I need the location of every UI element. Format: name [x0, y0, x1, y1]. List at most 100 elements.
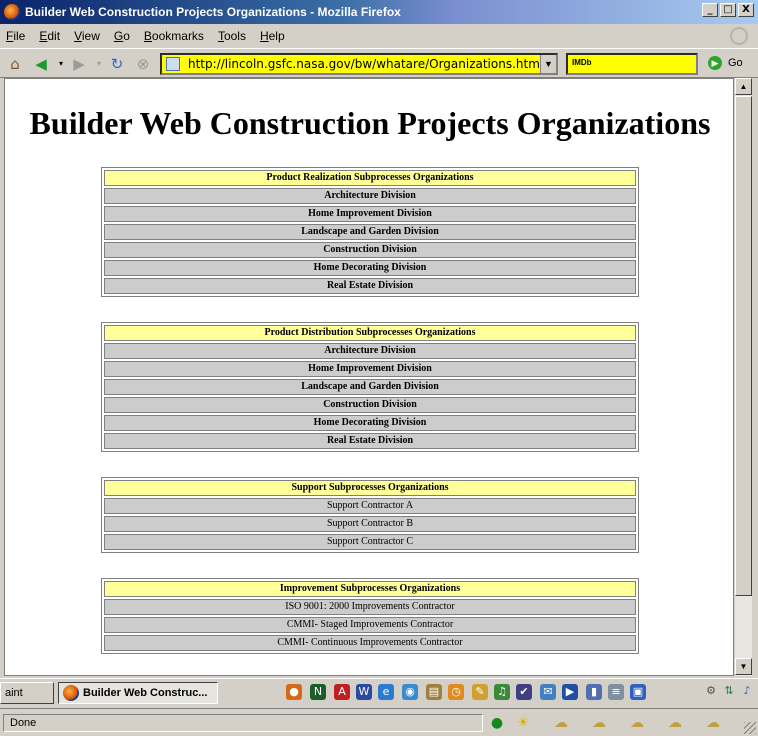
scroll-up-button[interactable]: ▲	[735, 78, 752, 95]
music-icon[interactable]: ♫	[494, 684, 510, 700]
scroll-down-button[interactable]: ▼	[735, 658, 752, 675]
navigation-toolbar: ⌂ ◀ ▾ ▶ ▾ ↻ ⊗ http://lincoln.gsfc.nasa.g…	[0, 48, 758, 78]
throbber-icon	[730, 27, 748, 45]
notepad-icon[interactable]: ≡	[608, 684, 624, 700]
url-dropdown-icon[interactable]: ▼	[540, 55, 556, 73]
scrollbar-thumb[interactable]	[735, 96, 752, 596]
table-row: CMMI- Continuous Improvements Contractor	[104, 635, 636, 651]
forward-dropdown-icon[interactable]: ▾	[90, 55, 108, 73]
table-row: Construction Division	[104, 242, 636, 258]
maximize-button[interactable]: □	[720, 3, 736, 17]
status-bar: Done ● ☀ ☁ ☁ ☁ ☁ ☁	[0, 708, 758, 736]
table-row: ISO 9001: 2000 Improvements Contractor	[104, 599, 636, 615]
table-row: Home Decorating Division	[104, 415, 636, 431]
tool-icon[interactable]: ✔	[516, 684, 532, 700]
book-icon[interactable]: ▤	[426, 684, 442, 700]
taskbar: aint Builder Web Construc... ● N A W e ◉…	[0, 678, 758, 708]
weather-cloud-icon[interactable]: ☁	[552, 714, 570, 732]
page-favicon-icon	[166, 57, 180, 71]
weather-cloud-icon[interactable]: ☁	[704, 714, 722, 732]
table-row: Architecture Division	[104, 188, 636, 204]
acrobat-icon[interactable]: A	[334, 684, 350, 700]
table-header: Support Subprocesses Organizations	[104, 480, 636, 496]
search-engine-icon[interactable]: IMDb	[572, 58, 592, 67]
table-header: Product Distribution Subprocesses Organi…	[104, 325, 636, 341]
table-row: Home Improvement Division	[104, 206, 636, 222]
minimize-button[interactable]: _	[702, 3, 718, 17]
ie-icon[interactable]: e	[378, 684, 394, 700]
menu-item-file[interactable]: File	[6, 29, 25, 43]
browser-window: Builder Web Construction Projects Organi…	[0, 0, 758, 736]
taskbar-item-label: Builder Web Construc...	[83, 687, 208, 699]
menu-item-bookmarks[interactable]: Bookmarks	[144, 29, 204, 43]
table-row: Support Contractor A	[104, 498, 636, 514]
table-row: Support Contractor C	[104, 534, 636, 550]
table-row: Construction Division	[104, 397, 636, 413]
vertical-scrollbar[interactable]: ▲ ▼	[734, 78, 752, 676]
table-row: CMMI- Staged Improvements Contractor	[104, 617, 636, 633]
status-text: Done	[3, 714, 483, 732]
organizations-table: Product Realization Subprocesses Organiz…	[101, 167, 639, 297]
tray-settings-icon[interactable]: ⚙	[704, 684, 718, 698]
url-field[interactable]: http://lincoln.gsfc.nasa.gov/bw/whatare/…	[160, 53, 558, 75]
table-row: Landscape and Garden Division	[104, 224, 636, 240]
url-text: http://lincoln.gsfc.nasa.gov/bw/whatare/…	[188, 57, 540, 71]
table-row: Home Improvement Division	[104, 361, 636, 377]
go-icon: ▶	[708, 56, 722, 70]
forward-icon[interactable]: ▶	[70, 55, 88, 73]
table-row: Architecture Division	[104, 343, 636, 359]
table-row: Home Decorating Division	[104, 260, 636, 276]
window-title: Builder Web Construction Projects Organi…	[25, 5, 401, 19]
menu-bar: File Edit View Go Bookmarks Tools Help	[0, 24, 758, 48]
device-icon[interactable]: ▮	[586, 684, 602, 700]
firefox-launch-icon[interactable]: ●	[286, 684, 302, 700]
netscape-icon[interactable]: N	[310, 684, 326, 700]
weather-cloud-icon[interactable]: ☁	[666, 714, 684, 732]
back-icon[interactable]: ◀	[32, 55, 50, 73]
menu-item-view[interactable]: View	[74, 29, 100, 43]
connection-status-icon[interactable]: ●	[488, 714, 506, 732]
page-title: Builder Web Construction Projects Organi…	[29, 105, 711, 141]
table-row: Real Estate Division	[104, 278, 636, 294]
table-row: Support Contractor B	[104, 516, 636, 532]
clock-icon[interactable]: ◷	[448, 684, 464, 700]
pencil-icon[interactable]: ✎	[472, 684, 488, 700]
tray-network-icon[interactable]: ⇅	[722, 684, 736, 698]
globe-icon[interactable]: ◉	[402, 684, 418, 700]
resize-grip[interactable]	[744, 722, 756, 734]
tray-volume-icon[interactable]: ♪	[740, 684, 754, 698]
table-row: Landscape and Garden Division	[104, 379, 636, 395]
desktop-icon[interactable]: ▣	[630, 684, 646, 700]
table-header: Improvement Subprocesses Organizations	[104, 581, 636, 597]
organizations-table: Support Subprocesses Organizations Suppor…	[101, 477, 639, 553]
word-icon[interactable]: W	[356, 684, 372, 700]
chat-icon[interactable]: ✉	[540, 684, 556, 700]
window-controls: _ □ X	[702, 3, 754, 17]
title-bar[interactable]: Builder Web Construction Projects Organi…	[0, 0, 758, 24]
weather-storm-icon[interactable]: ☁	[590, 714, 608, 732]
stop-icon[interactable]: ⊗	[134, 55, 152, 73]
menu-item-edit[interactable]: Edit	[39, 29, 60, 43]
home-icon[interactable]: ⌂	[6, 55, 24, 73]
close-button[interactable]: X	[738, 3, 754, 17]
go-button[interactable]: ▶ Go	[708, 56, 743, 70]
firefox-icon	[63, 685, 79, 701]
table-row: Real Estate Division	[104, 433, 636, 449]
menu-item-tools[interactable]: Tools	[218, 29, 246, 43]
weather-cloud-icon[interactable]: ☁	[628, 714, 646, 732]
go-label: Go	[728, 57, 743, 69]
taskbar-item-firefox[interactable]: Builder Web Construc...	[58, 682, 218, 704]
media-icon[interactable]: ▶	[562, 684, 578, 700]
search-field[interactable]: IMDb	[566, 53, 698, 75]
organizations-table: Product Distribution Subprocesses Organi…	[101, 322, 639, 452]
table-header: Product Realization Subprocesses Organiz…	[104, 170, 636, 186]
taskbar-item-paint[interactable]: aint	[0, 682, 54, 704]
weather-sun-icon[interactable]: ☀	[514, 714, 532, 732]
back-dropdown-icon[interactable]: ▾	[52, 55, 70, 73]
menu-item-go[interactable]: Go	[114, 29, 130, 43]
reload-icon[interactable]: ↻	[108, 55, 126, 73]
menu-item-help[interactable]: Help	[260, 29, 285, 43]
firefox-icon	[4, 4, 20, 20]
organizations-table: Improvement Subprocesses Organizations IS…	[101, 578, 639, 654]
page-content: Builder Web Construction Projects Organi…	[4, 78, 734, 676]
